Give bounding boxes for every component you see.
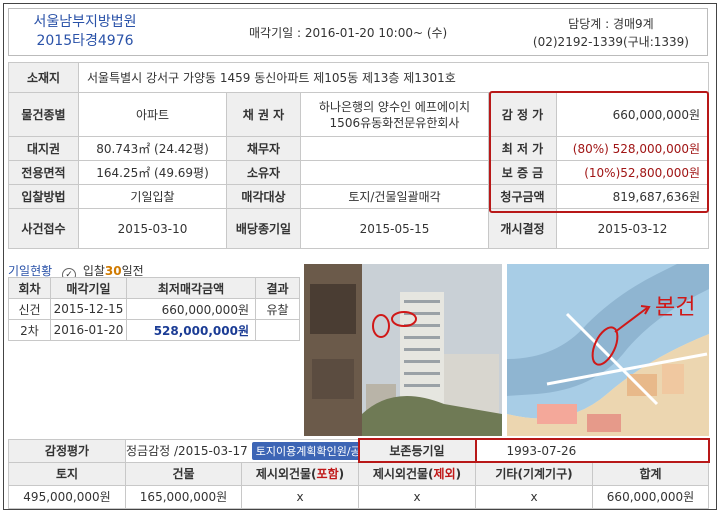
type-value: 아파트 (78, 92, 227, 137)
bid-method-value: 기일입찰 (78, 184, 227, 209)
demand-value: 2015-05-15 (300, 208, 489, 249)
history-cell: 660,000,000원 (126, 298, 256, 320)
debtor-label: 채무자 (226, 136, 301, 161)
appraisal-cell: 165,000,000원 (125, 484, 242, 509)
sale-target-label: 매각대상 (226, 184, 301, 209)
appraisal-col: 건물 (125, 461, 242, 486)
owner-label: 소유자 (226, 160, 301, 185)
dept-phone: (02)2192-1339(구내:1339) (532, 35, 689, 49)
appraisal-cell: x (475, 484, 593, 509)
creditor-value: 하나은행의 양수인 에프에이치1506유동화전문유한회사 (300, 92, 489, 137)
table-row: 495,000,000원 165,000,000원 x x x 660,000,… (8, 484, 709, 509)
history-cell: 신건 (8, 298, 51, 320)
appraisal-cell: 660,000,000원 (592, 484, 709, 509)
included-tag: 포함 (316, 467, 339, 481)
history-col: 최저매각금액 (126, 277, 256, 299)
history-cell: 528,000,000원 (126, 319, 256, 341)
land-value: 80.743㎡ (24.42평) (78, 136, 227, 161)
appraisal-col: 제시외건물(포함) (241, 461, 359, 486)
history-cell: 2016-01-20 (50, 319, 127, 341)
building-photo[interactable] (304, 264, 502, 436)
location-map[interactable]: 본건 (507, 264, 709, 436)
address-label: 소재지 (8, 62, 79, 93)
case-number: 2015타경4976 (36, 33, 134, 49)
appraisal-info: 정금감정 /2015-03-17토지이용계획확인원/공시지가 (125, 438, 359, 463)
appraisal-cell: x (358, 484, 476, 509)
sale-date: 매각기일 : 2016-01-20 10:00~ (수) (249, 26, 448, 40)
history-title: 기일현황 (8, 264, 53, 278)
appraisal-col: 합계 (592, 461, 709, 486)
dept-block: 담당계 : 경매9계 (02)2192-1339(구내:1339) (533, 15, 689, 51)
history-cell: 2015-12-15 (50, 298, 127, 320)
land-use-link[interactable]: 토지이용계획확인원/공시지가 (251, 441, 359, 460)
start-label: 개시결정 (488, 208, 557, 249)
dept-name: 담당계 : 경매9계 (568, 17, 654, 31)
history-col: 매각기일 (50, 277, 127, 299)
court-block: 서울남부지방법원 2015타경4976 (15, 13, 155, 51)
dday-label: 입찰30일전 (82, 264, 144, 278)
appraisal-cell: x (241, 484, 359, 509)
appraisal-label: 감정평가 (8, 438, 126, 463)
price-highlight-box (489, 91, 709, 213)
type-label: 물건종별 (8, 92, 79, 137)
table-row: 신건 2015-12-15 660,000,000원 유찰 (8, 298, 300, 320)
sale-target-value: 토지/건물일괄매각 (300, 184, 489, 209)
appraisal-cell: 495,000,000원 (8, 484, 126, 509)
table-row: 2차 2016-01-20 528,000,000원 (8, 319, 300, 341)
court-name: 서울남부지방법원 (33, 14, 137, 30)
excluded-tag: 제외 (433, 467, 456, 482)
exclusive-area-label: 전용면적 (8, 160, 79, 185)
start-value: 2015-03-12 (555, 208, 710, 249)
history-cell: 2차 (8, 319, 51, 341)
history-col: 결과 (255, 277, 300, 299)
bid-method-label: 입찰방법 (8, 184, 79, 209)
appraisal-col: 토지 (8, 461, 126, 486)
history-col: 회차 (8, 277, 51, 299)
history-table: 회차 매각기일 최저매각금액 결과 신건 2015-12-15 660,000,… (8, 277, 300, 341)
appraisal-col: 제시외건물(제외) (358, 461, 476, 486)
address-value: 서울특별시 강서구 가양동 1459 동신아파트 제105동 제13층 제130… (77, 62, 710, 93)
registration-value: 1993-07-26 (474, 438, 710, 463)
case-header: 서울남부지방법원 2015타경4976 매각기일 : 2016-01-20 10… (8, 8, 708, 56)
map-label: 본건 (655, 295, 695, 320)
history-cell (255, 319, 300, 341)
filed-value: 2015-03-10 (78, 208, 227, 249)
filed-label: 사건접수 (8, 208, 79, 249)
history-cell: 유찰 (255, 298, 300, 320)
owner-value (300, 160, 489, 185)
appraisal-table: 감정평가 정금감정 /2015-03-17토지이용계획확인원/공시지가 보존등기… (8, 438, 710, 509)
registration-label: 보존등기일 (357, 438, 477, 463)
demand-label: 배당종기일 (226, 208, 301, 249)
creditor-label: 채 권 자 (226, 92, 301, 137)
appraisal-value: 정금감정 /2015-03-17 (126, 443, 248, 458)
land-label: 대지권 (8, 136, 79, 161)
appraisal-col: 기타(기계기구) (475, 461, 593, 486)
exclusive-area-value: 164.25㎡ (49.69평) (78, 160, 227, 185)
debtor-value (300, 136, 489, 161)
